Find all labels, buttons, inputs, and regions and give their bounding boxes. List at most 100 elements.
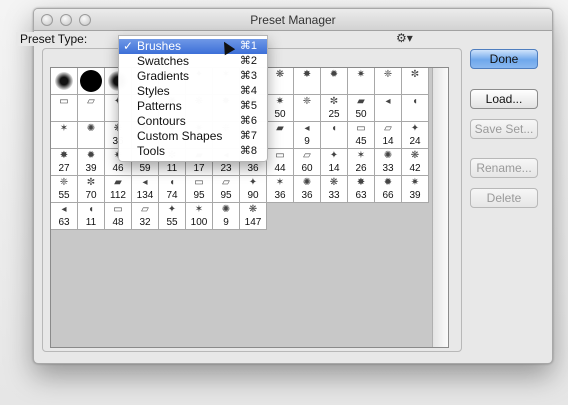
brush-preset-cell[interactable]: ◂ 63 (51, 203, 78, 230)
save-set-button[interactable]: Save Set... (470, 119, 538, 139)
brush-preset-cell[interactable]: ▱ 60 (294, 149, 321, 176)
brush-preset-cell[interactable]: ◂ 134 (132, 176, 159, 203)
brush-size-label: 112 (110, 190, 126, 201)
brush-preset-cell[interactable]: ✦ 55 (159, 203, 186, 230)
menu-item-custom-shapes[interactable]: Custom Shapes ⌘7 (119, 129, 267, 144)
brush-preset-cell[interactable]: ✷ 50 (267, 95, 294, 122)
brush-preset-cell[interactable]: ▰ (267, 122, 294, 149)
brush-preset-cell[interactable]: ✹ (321, 68, 348, 95)
brush-preset-cell[interactable]: ✸ (294, 68, 321, 95)
brush-size-label: 74 (166, 190, 178, 201)
brush-preset-cell[interactable]: ▱ (78, 95, 105, 122)
brush-preset-cell[interactable]: ✼ 70 (78, 176, 105, 203)
menu-shortcut: ⌘6 (239, 115, 257, 127)
brush-tip-icon: ❋ (329, 177, 339, 188)
brush-preset-cell[interactable]: ▱ 14 (375, 122, 402, 149)
brush-preset-cell[interactable]: ✼ 25 (321, 95, 348, 122)
brush-tip-icon: ▱ (87, 96, 95, 107)
brush-size-label: 24 (409, 136, 421, 147)
brush-preset-cell[interactable]: ❈ (375, 68, 402, 95)
brush-preset-cell[interactable]: ◖ 11 (78, 203, 105, 230)
menu-item-swatches[interactable]: Swatches ⌘2 (119, 54, 267, 69)
brush-preset-cell[interactable]: ◖ (402, 95, 429, 122)
brush-tip-icon: ✼ (329, 96, 339, 107)
menu-item-label: Patterns (137, 99, 182, 113)
brush-preset-cell[interactable] (78, 68, 105, 95)
brush-preset-cell[interactable]: ✺ 9 (213, 203, 240, 230)
brush-preset-cell[interactable]: ✷ 39 (402, 176, 429, 203)
brush-preset-cell[interactable]: ◂ 9 (294, 122, 321, 149)
brush-size-label: 33 (328, 190, 340, 201)
brush-preset-cell[interactable]: ✸ 27 (51, 149, 78, 176)
done-button[interactable]: Done (470, 49, 538, 69)
brush-preset-cell[interactable]: ✺ (78, 122, 105, 149)
brush-preset-cell[interactable]: ▭ (51, 95, 78, 122)
brush-preset-cell[interactable]: ✹ 66 (375, 176, 402, 203)
brush-preset-cell[interactable]: ❈ (294, 95, 321, 122)
brush-tip-icon: ✺ (383, 150, 393, 161)
brush-tip-icon: ✷ (410, 177, 420, 188)
brush-tip-icon: ▰ (114, 177, 122, 188)
brush-preset-cell[interactable]: ◖ (321, 122, 348, 149)
brush-preset-cell[interactable]: ❋ 33 (321, 176, 348, 203)
brush-tip-icon: ✶ (194, 204, 204, 215)
brush-preset-cell[interactable]: ✼ (402, 68, 429, 95)
brush-tip-icon: ✦ (410, 123, 420, 134)
brush-preset-cell[interactable]: ▱ 95 (213, 176, 240, 203)
menu-item-label: Contours (137, 114, 186, 128)
menu-item-tools[interactable]: Tools ⌘8 (119, 144, 267, 159)
menu-item-patterns[interactable]: Patterns ⌘5 (119, 99, 267, 114)
brush-size-label: 55 (58, 190, 70, 201)
menu-item-label: Brushes (137, 39, 182, 53)
menu-item-brushes[interactable]: ✓ Brushes ⌘1 (119, 39, 267, 54)
brush-preset-cell[interactable]: ✶ 100 (186, 203, 213, 230)
brush-tip-icon: ▭ (356, 123, 366, 134)
brush-size-label: 36 (274, 190, 286, 201)
grid-scrollbar[interactable] (432, 68, 448, 347)
brush-preset-cell[interactable]: ❋ 42 (402, 149, 429, 176)
menu-item-gradients[interactable]: Gradients ⌘3 (119, 69, 267, 84)
brush-preset-cell[interactable]: ✸ 63 (348, 176, 375, 203)
brush-preset-cell[interactable]: ▭ 48 (105, 203, 132, 230)
brush-preset-cell[interactable]: ❋ (267, 68, 294, 95)
brush-size-label: 70 (85, 190, 97, 201)
brush-tip-icon: ✶ (356, 150, 366, 161)
brush-preset-cell[interactable]: ✦ 90 (240, 176, 267, 203)
brush-preset-cell[interactable]: ◂ (375, 95, 402, 122)
brush-preset-cell[interactable]: ✶ 36 (267, 176, 294, 203)
brush-preset-cell[interactable]: ▱ 32 (132, 203, 159, 230)
brush-preset-cell[interactable]: ✺ 33 (375, 149, 402, 176)
brush-preset-cell[interactable]: ◖ 74 (159, 176, 186, 203)
delete-button[interactable]: Delete (470, 188, 538, 208)
brush-preset-cell[interactable]: ✶ 26 (348, 149, 375, 176)
brush-preset-cell[interactable]: ✹ 39 (78, 149, 105, 176)
brush-preset-cell[interactable] (51, 68, 78, 95)
brush-size-label: 100 (190, 217, 208, 228)
load-button[interactable]: Load... (470, 89, 538, 109)
brush-preset-cell[interactable]: ✷ (348, 68, 375, 95)
gear-icon[interactable]: ⚙▾ (396, 31, 413, 45)
brush-tip-icon: ▭ (59, 96, 69, 107)
brush-preset-cell[interactable]: ❈ 55 (51, 176, 78, 203)
brush-preset-cell[interactable]: ▭ 95 (186, 176, 213, 203)
brush-preset-cell[interactable]: ✶ (51, 122, 78, 149)
brush-preset-cell[interactable]: ✦ 14 (321, 149, 348, 176)
brush-preset-cell[interactable]: ▭ 45 (348, 122, 375, 149)
brush-preset-cell[interactable]: ▭ 44 (267, 149, 294, 176)
brush-size-label: 66 (382, 190, 394, 201)
brush-preset-cell[interactable]: ▰ 50 (348, 95, 375, 122)
rename-button[interactable]: Rename... (470, 158, 538, 178)
brush-preset-cell[interactable]: ▰ 112 (105, 176, 132, 203)
brush-tip-icon: ◂ (142, 177, 148, 188)
brush-size-label: 59 (139, 163, 151, 174)
brush-tip-icon: ✼ (410, 69, 420, 80)
menu-item-label: Swatches (137, 54, 190, 68)
menu-item-contours[interactable]: Contours ⌘6 (119, 114, 267, 129)
preset-type-menu[interactable]: ✓ Brushes ⌘1 Swatches ⌘2 Gradients ⌘3 Styles ⌘4 P… (118, 35, 268, 162)
brush-tip-icon: ▱ (303, 150, 311, 161)
menu-item-styles[interactable]: Styles ⌘4 (119, 84, 267, 99)
menu-item-label: Gradients (137, 69, 190, 83)
brush-preset-cell[interactable]: ✺ 36 (294, 176, 321, 203)
brush-preset-cell[interactable]: ✦ 24 (402, 122, 429, 149)
brush-preset-cell[interactable]: ❋ 147 (240, 203, 267, 230)
